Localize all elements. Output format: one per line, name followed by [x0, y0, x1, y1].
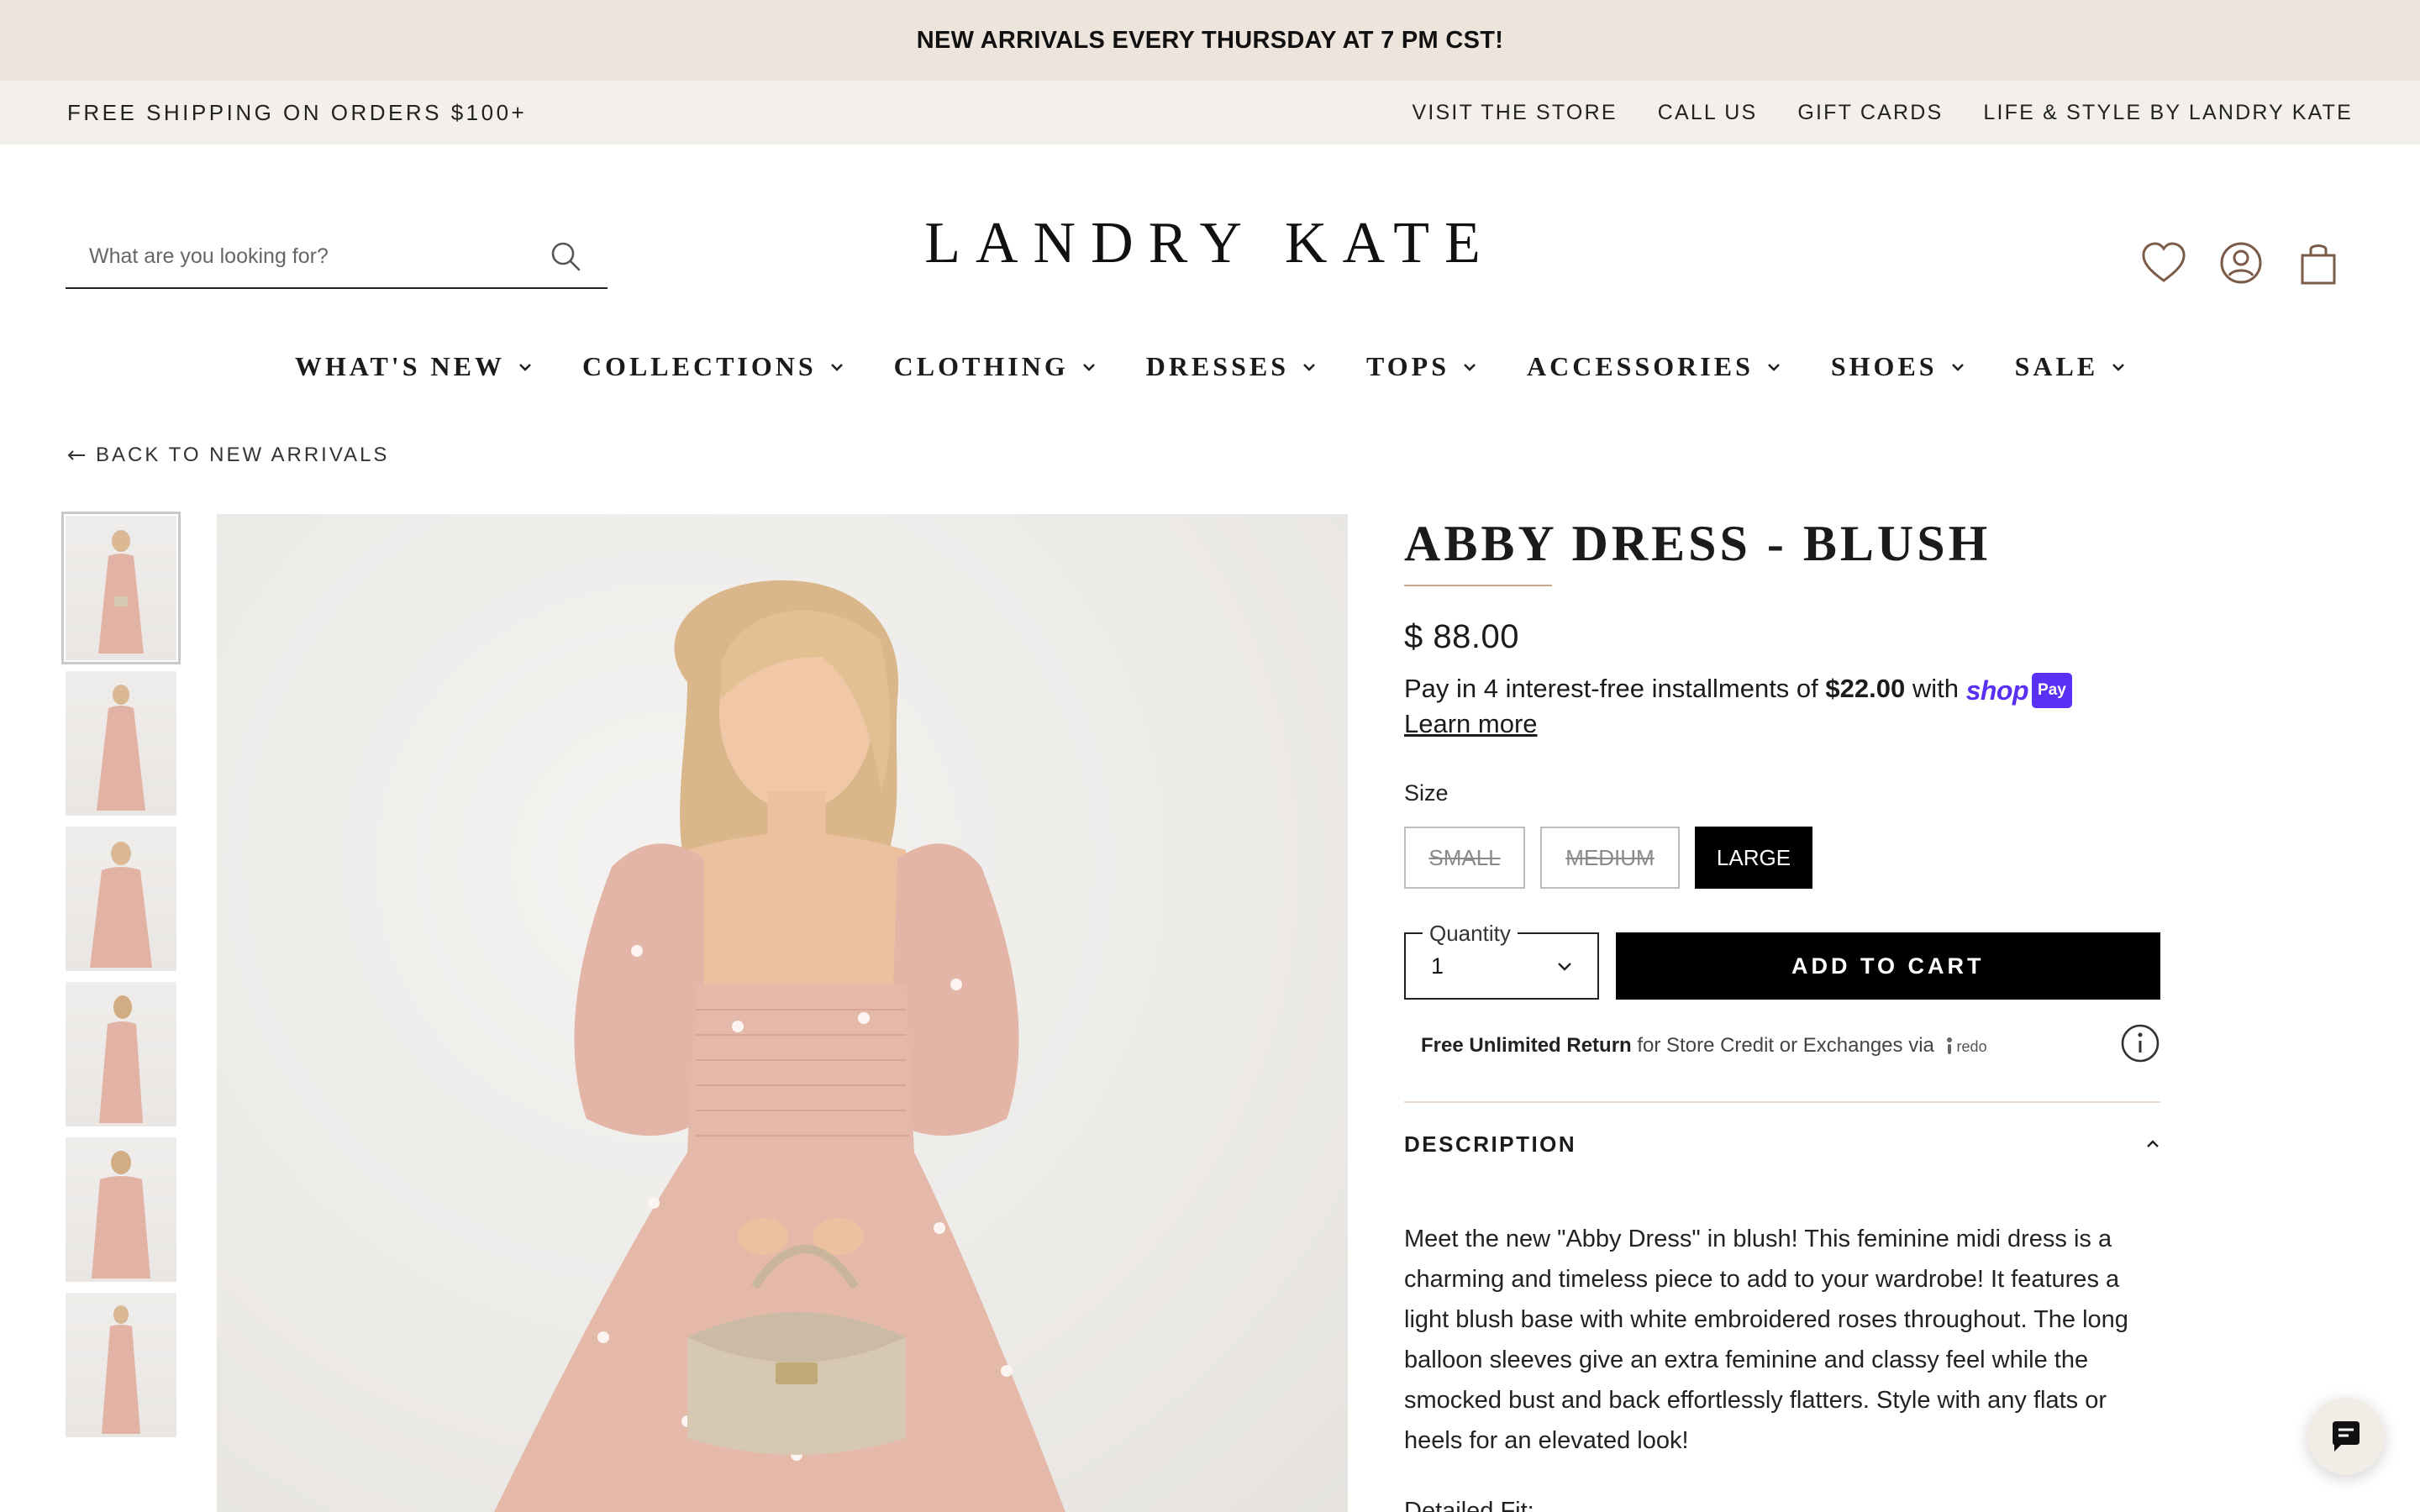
nav-label: ACCESSORIES: [1527, 351, 1754, 381]
shopping-bag-icon[interactable]: [2294, 239, 2343, 287]
nav-label: SHOES: [1830, 351, 1938, 381]
description-heading: DESCRIPTION: [1404, 1131, 1577, 1157]
chat-icon: [2333, 1421, 2360, 1452]
utility-bar: FREE SHIPPING ON ORDERS $100+ VISIT THE …: [0, 81, 2420, 144]
thumbnail-6[interactable]: [66, 1293, 176, 1437]
thumbnail-4[interactable]: [66, 982, 176, 1126]
main-nav: WHAT'S NEW COLLECTIONS CLOTHING DRESSES …: [0, 351, 2420, 382]
chevron-down-icon: [1951, 363, 1964, 371]
title-divider: [1404, 585, 1552, 586]
pay-badge: Pay: [2032, 673, 2072, 708]
product-description: Meet the new "Abby Dress" in blush! This…: [1404, 1226, 2128, 1454]
utility-links: VISIT THE STORE CALL US GIFT CARDS LIFE …: [1413, 101, 2353, 125]
thumbnail-5[interactable]: [66, 1137, 176, 1282]
description-accordion-toggle[interactable]: DESCRIPTION: [1404, 1101, 2160, 1185]
quantity-select[interactable]: Quantity 1: [1404, 921, 1599, 1000]
shop-pay-installments: Pay in 4 interest-free installments of $…: [1404, 673, 2160, 740]
detailed-fit-heading: Detailed Fit:: [1404, 1498, 1534, 1512]
chevron-down-icon: [1557, 963, 1571, 971]
nav-whats-new[interactable]: WHAT'S NEW: [295, 351, 532, 382]
shop-pay-logo-icon: shop Pay: [1966, 673, 2072, 708]
nav-label: WHAT'S NEW: [294, 351, 505, 381]
installment-amount: $22.00: [1825, 674, 1906, 704]
free-returns-row: Free Unlimited Return for Store Credit o…: [1404, 1023, 2160, 1068]
chevron-down-icon: [2112, 363, 2125, 371]
chevron-down-icon: [1767, 363, 1780, 371]
nav-dresses[interactable]: DRESSES: [1146, 351, 1316, 382]
cart-row: Quantity 1 ADD TO CART: [1404, 921, 2160, 1000]
size-large-button[interactable]: LARGE: [1695, 827, 1812, 889]
heart-icon[interactable]: [2139, 239, 2188, 287]
product-main-image[interactable]: [217, 514, 1348, 1512]
quantity-value: 1: [1431, 953, 1444, 979]
life-style-link[interactable]: LIFE & STYLE BY LANDRY KATE: [1983, 101, 2353, 125]
product-info: ABBY DRESS - BLUSH $ 88.00 Pay in 4 inte…: [1404, 514, 2160, 1512]
info-icon[interactable]: [2120, 1023, 2160, 1068]
chevron-down-icon: [1464, 363, 1476, 371]
chat-button[interactable]: [2307, 1398, 2385, 1475]
search-input[interactable]: [66, 231, 540, 281]
thumbnail-1[interactable]: [61, 512, 181, 664]
nav-accessories[interactable]: ACCESSORIES: [1527, 351, 1781, 382]
nav-label: CLOTHING: [893, 351, 1069, 381]
nav-shoes[interactable]: SHOES: [1831, 351, 1965, 382]
account-icon[interactable]: [2217, 239, 2265, 287]
thumbnail-gallery: [61, 512, 182, 1448]
back-to-new-arrivals[interactable]: BACK TO NEW ARRIVALS: [67, 444, 389, 467]
header-icons: [2139, 239, 2343, 287]
chevron-down-icon: [519, 363, 531, 371]
nav-collections[interactable]: COLLECTIONS: [582, 351, 844, 382]
chevron-down-icon: [830, 363, 843, 371]
redo-logo-icon: [1946, 1037, 1952, 1055]
back-link-label: BACK TO NEW ARRIVALS: [96, 444, 390, 466]
thumbnail-3[interactable]: [66, 827, 176, 971]
announcement-bar: NEW ARRIVALS EVERY THURSDAY AT 7 PM CST!: [0, 0, 2420, 81]
size-medium-button[interactable]: MEDIUM: [1540, 827, 1680, 889]
product-photo-illustration: [494, 580, 1065, 1512]
announcement-text: NEW ARRIVALS EVERY THURSDAY AT 7 PM CST!: [916, 26, 1504, 54]
nav-label: DRESSES: [1145, 351, 1289, 381]
nav-label: COLLECTIONS: [581, 351, 817, 381]
nav-sale[interactable]: SALE: [2015, 351, 2126, 382]
size-label: Size: [1404, 780, 1449, 806]
add-to-cart-button[interactable]: ADD TO CART: [1615, 932, 2160, 1000]
arrow-left-icon: [67, 450, 85, 460]
search-icon[interactable]: [540, 231, 591, 281]
chevron-down-icon: [1082, 363, 1095, 371]
installments-suffix: with: [1905, 674, 1966, 704]
size-selector: SMALL MEDIUM LARGE: [1404, 827, 2160, 889]
thumbnail-2[interactable]: [66, 671, 176, 816]
chevron-down-icon: [1303, 363, 1315, 371]
chevron-up-icon: [2147, 1140, 2159, 1147]
returns-bold: Free Unlimited Return: [1421, 1033, 1632, 1057]
nav-tops[interactable]: TOPS: [1366, 351, 1476, 382]
nav-label: SALE: [2014, 351, 2099, 381]
gift-cards-link[interactable]: GIFT CARDS: [1797, 101, 1943, 125]
installments-prefix: Pay in 4 interest-free installments of: [1404, 674, 1826, 704]
shop-word: shop: [1965, 675, 2029, 706]
search-bar: [66, 225, 608, 289]
quantity-label: Quantity: [1423, 921, 1518, 947]
product-price: $ 88.00: [1404, 618, 1519, 655]
site-logo[interactable]: LANDRY KATE: [924, 210, 1496, 277]
nav-clothing[interactable]: CLOTHING: [894, 351, 1096, 382]
visit-store-link[interactable]: VISIT THE STORE: [1413, 101, 1618, 125]
redo-brand: redo: [1956, 1037, 1987, 1055]
learn-more-link[interactable]: Learn more: [1404, 708, 1538, 740]
nav-label: TOPS: [1366, 351, 1449, 381]
free-shipping-text: FREE SHIPPING ON ORDERS $100+: [67, 99, 528, 125]
returns-rest: for Store Credit or Exchanges via: [1631, 1033, 1934, 1057]
product-title: ABBY DRESS - BLUSH: [1404, 516, 1991, 571]
size-small-button[interactable]: SMALL: [1404, 827, 1525, 889]
call-us-link[interactable]: CALL US: [1658, 101, 1758, 125]
free-returns-text: Free Unlimited Return for Store Credit o…: [1421, 1034, 1987, 1058]
